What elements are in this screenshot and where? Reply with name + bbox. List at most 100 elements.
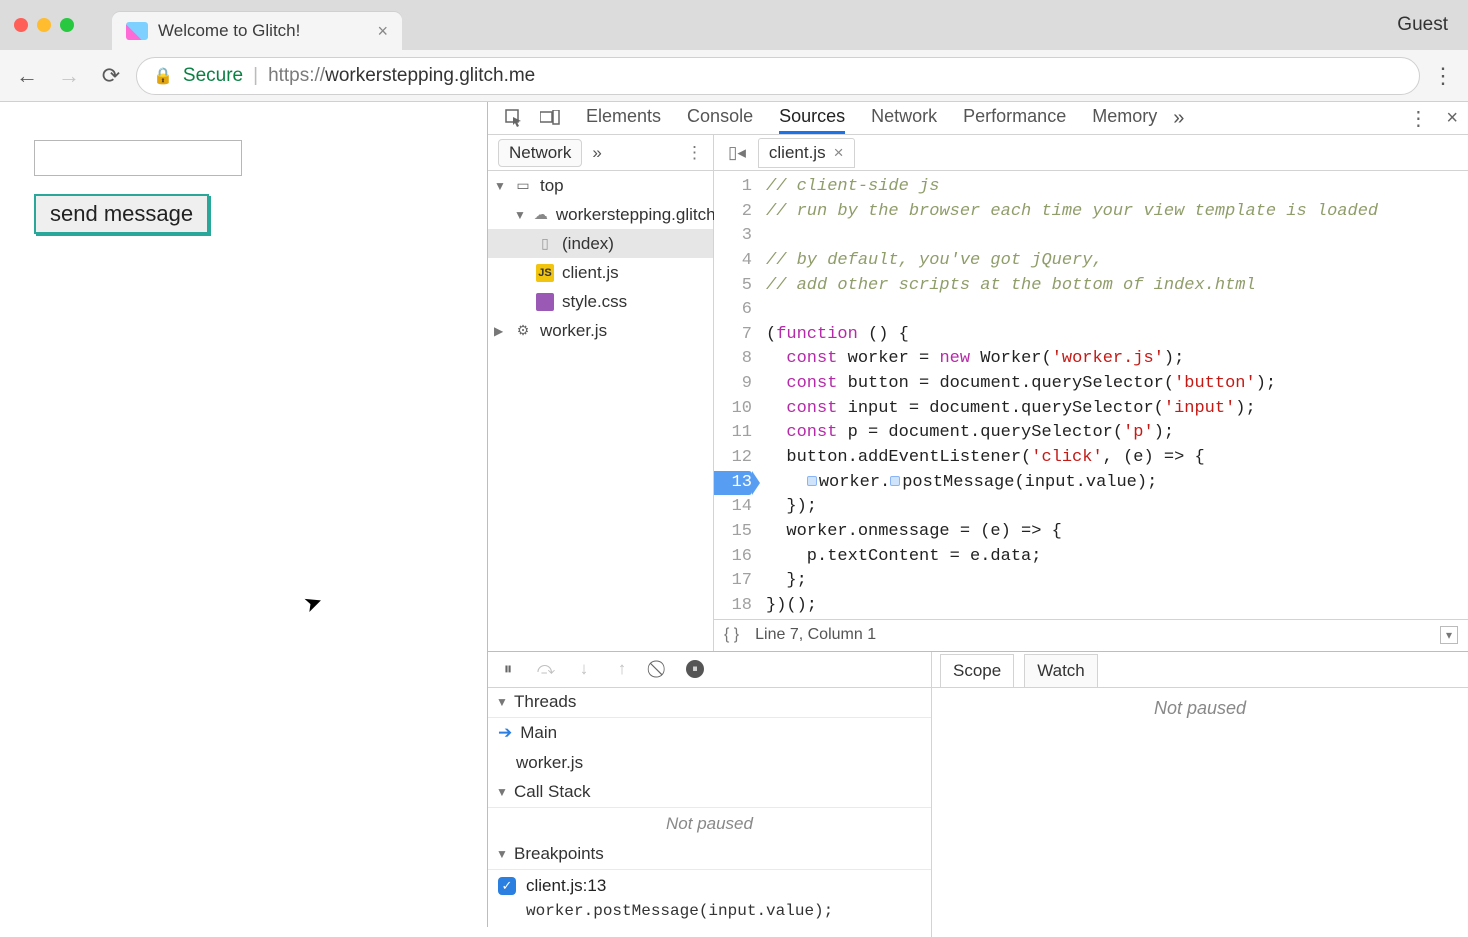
editor-tab-client-js[interactable]: client.js × (758, 138, 855, 168)
callstack-section-header[interactable]: Call Stack (488, 778, 931, 808)
devtools-close-icon[interactable]: × (1446, 107, 1458, 130)
js-file-icon: JS (536, 264, 554, 282)
page-viewport: send message (0, 102, 488, 927)
breakpoint-checkbox[interactable]: ✓ (498, 877, 516, 895)
close-window-button[interactable] (14, 18, 28, 32)
step-out-button: ↑ (610, 659, 634, 679)
pretty-print-icon[interactable]: { } (724, 626, 739, 644)
tree-file-style-css[interactable]: style.css (488, 287, 713, 316)
document-icon: ▯ (536, 235, 554, 253)
navigator-menu-icon[interactable]: ⋮ (686, 143, 703, 163)
chevron-down-icon[interactable] (496, 785, 508, 799)
devtools-menu-icon[interactable]: ⋮ (1408, 106, 1428, 131)
tab-title: Welcome to Glitch! (158, 21, 300, 41)
tab-performance[interactable]: Performance (963, 102, 1066, 134)
tab-sources[interactable]: Sources (779, 102, 845, 134)
editor-tab-close-icon[interactable]: × (834, 143, 844, 163)
breakpoints-section-header[interactable]: Breakpoints (488, 840, 931, 870)
tree-file-client-js[interactable]: JS client.js (488, 258, 713, 287)
tab-watch[interactable]: Watch (1024, 654, 1098, 687)
browser-toolbar: ← → ⟳ 🔒 Secure | https://workerstepping.… (0, 50, 1468, 102)
pause-button[interactable]: ⏸ (496, 659, 520, 679)
chevron-down-icon[interactable] (496, 847, 508, 861)
breakpoints-label: Breakpoints (514, 844, 604, 864)
callstack-not-paused: Not paused (488, 808, 931, 840)
frame-icon: ▭ (514, 177, 532, 195)
browser-menu-icon[interactable]: ⋮ (1428, 63, 1458, 89)
reload-button[interactable]: ⟳ (94, 59, 128, 93)
secure-label: Secure (183, 65, 243, 87)
tree-file-index[interactable]: ▯ (index) (488, 229, 713, 258)
code-content[interactable]: // client-side js// run by the browser e… (758, 171, 1468, 619)
tab-close-icon[interactable]: × (377, 21, 388, 42)
chevron-down-icon[interactable] (514, 208, 526, 222)
device-toolbar-icon[interactable] (534, 102, 566, 134)
tab-console[interactable]: Console (687, 102, 753, 134)
url-protocol: https:// (268, 65, 325, 86)
address-bar[interactable]: 🔒 Secure | https://workerstepping.glitch… (136, 57, 1420, 95)
debugger-controls: ⏸ ⤼ ↓ ↑ ⃠ ⏸ (488, 652, 931, 688)
callstack-label: Call Stack (514, 782, 591, 802)
toggle-navigator-icon[interactable]: ▯◂ (722, 143, 752, 163)
navigator-overflow-icon[interactable]: » (592, 143, 601, 163)
send-message-button[interactable]: send message (34, 194, 209, 234)
step-into-button: ↓ (572, 659, 596, 679)
step-marker-icon (807, 476, 817, 486)
scope-watch-pane: Scope Watch Not paused (932, 652, 1468, 937)
scope-not-paused: Not paused (1154, 698, 1246, 719)
tab-elements[interactable]: Elements (586, 102, 661, 134)
tree-node-worker[interactable]: ⚙ worker.js (488, 316, 713, 345)
workspace: send message Elements Console Sources Ne… (0, 102, 1468, 927)
editor-tab-label: client.js (769, 143, 826, 163)
debugger-panel: ⏸ ⤼ ↓ ↑ ⃠ ⏸ Threads Main (488, 651, 1468, 937)
editor-tabstrip: ▯◂ client.js × (714, 135, 1468, 171)
devtools-toolbar: Elements Console Sources Network Perform… (488, 102, 1468, 135)
file-tree: ▭ top ☁ workerstepping.glitch ▯ (index) (488, 171, 713, 651)
navigator-panel: Network » ⋮ ▭ top ☁ workerste (488, 135, 714, 651)
minimize-window-button[interactable] (37, 18, 51, 32)
tabs-overflow-icon[interactable]: » (1173, 107, 1184, 130)
cursor-position: Line 7, Column 1 (755, 626, 876, 644)
breakpoint-file: client.js:13 (526, 876, 606, 896)
scope-body: Not paused (932, 688, 1468, 937)
thread-worker[interactable]: worker.js (488, 748, 931, 778)
deactivate-breakpoints-button[interactable]: ⃠ (648, 659, 672, 679)
sources-panel: Network » ⋮ ▭ top ☁ workerste (488, 135, 1468, 937)
chevron-right-icon[interactable] (494, 324, 506, 338)
threads-section-header[interactable]: Threads (488, 688, 931, 718)
chevron-down-icon[interactable] (496, 695, 508, 709)
tree-node-top[interactable]: ▭ top (488, 171, 713, 200)
browser-tab[interactable]: Welcome to Glitch! × (112, 12, 402, 50)
profile-label[interactable]: Guest (1397, 14, 1448, 36)
thread-main[interactable]: Main (488, 718, 931, 748)
message-input[interactable] (34, 140, 242, 176)
tab-network[interactable]: Network (871, 102, 937, 134)
lock-icon: 🔒 (153, 66, 173, 86)
separator: | (253, 65, 258, 87)
navigator-tab-network[interactable]: Network (498, 139, 582, 167)
breakpoint-marker[interactable]: 13 (714, 471, 752, 496)
url-host: workerstepping.glitch.me (325, 65, 535, 86)
tree-label: (index) (562, 234, 614, 254)
tab-memory[interactable]: Memory (1092, 102, 1157, 134)
back-button[interactable]: ← (10, 59, 44, 93)
editor-statusbar: { } Line 7, Column 1 ▾ (714, 619, 1468, 651)
tab-scope[interactable]: Scope (940, 654, 1014, 687)
tree-label: style.css (562, 292, 627, 312)
tree-node-origin[interactable]: ☁ workerstepping.glitch (488, 200, 713, 229)
debugger-left-pane: ⏸ ⤼ ↓ ↑ ⃠ ⏸ Threads Main (488, 652, 932, 937)
fullscreen-window-button[interactable] (60, 18, 74, 32)
show-console-icon[interactable]: ▾ (1440, 626, 1458, 644)
breakpoint-entry[interactable]: ✓ client.js:13 (488, 870, 931, 902)
tab-favicon (126, 22, 148, 40)
editor-panel: ▯◂ client.js × 123 456 789 101112 13 (714, 135, 1468, 651)
pause-on-exceptions-button[interactable]: ⏸ (686, 660, 704, 678)
threads-label: Threads (514, 692, 576, 712)
browser-tab-strip: Welcome to Glitch! × Guest (0, 0, 1468, 50)
inspect-element-icon[interactable] (498, 102, 530, 134)
tree-label: workerstepping.glitch (556, 205, 716, 225)
step-marker-icon (890, 476, 900, 486)
code-editor[interactable]: 123 456 789 101112 13 141516 1718 // cli… (714, 171, 1468, 619)
chevron-down-icon[interactable] (494, 179, 506, 193)
line-gutter[interactable]: 123 456 789 101112 13 141516 1718 (714, 171, 758, 619)
